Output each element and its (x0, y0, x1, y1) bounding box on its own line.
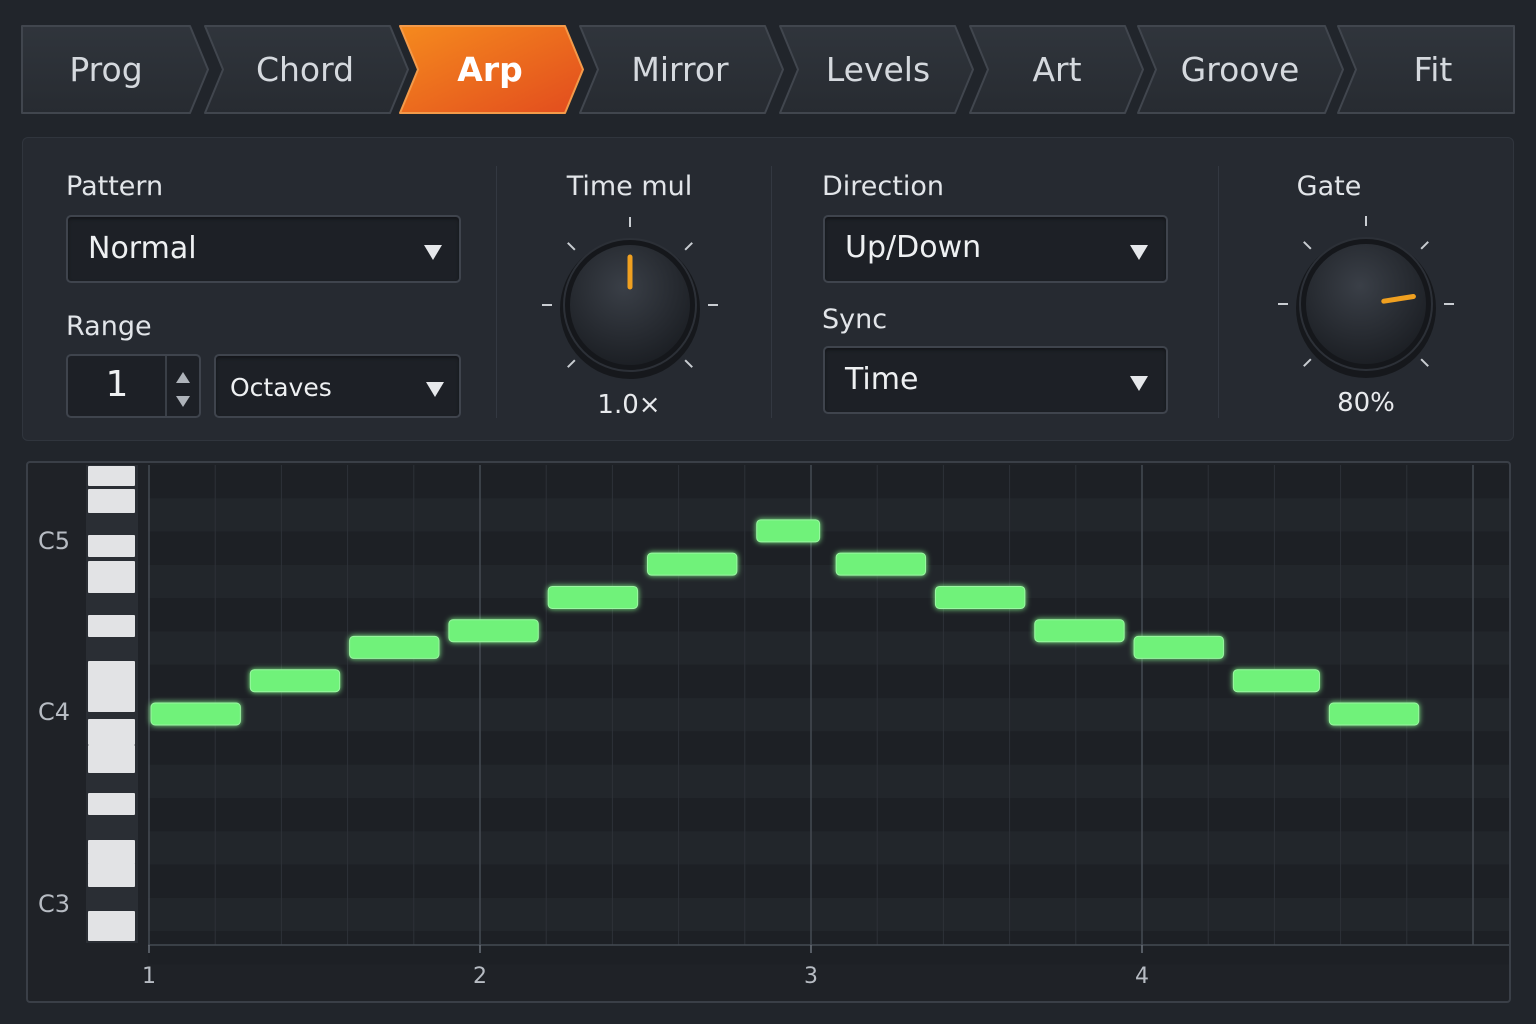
stepper-divider (165, 356, 167, 416)
range-stepper[interactable]: 1 (66, 354, 201, 418)
tab-shape (579, 25, 784, 114)
tab-shape (779, 25, 974, 114)
knob-tick (684, 359, 693, 368)
bar-label: 4 (1135, 964, 1149, 989)
gate-value: 80% (1337, 388, 1395, 418)
key-label: C3 (38, 890, 70, 918)
arp-note[interactable] (1034, 619, 1125, 643)
pattern-label: Pattern (66, 171, 164, 202)
direction-value: Up/Down (845, 230, 982, 265)
piano-key[interactable] (88, 840, 135, 864)
time-mul-knob[interactable] (530, 205, 730, 409)
direction-label: Direction (822, 171, 944, 202)
knob-tick (567, 359, 576, 368)
piano-key[interactable] (88, 688, 135, 712)
arp-note[interactable] (647, 552, 738, 576)
bar-label: 3 (804, 964, 818, 989)
roll-row (148, 931, 1509, 965)
arp-note[interactable] (756, 519, 821, 543)
key-label: C4 (38, 698, 70, 726)
piano-key[interactable] (88, 719, 135, 745)
arp-note[interactable] (448, 619, 539, 643)
knob-dial (1278, 216, 1454, 378)
key-label: C5 (38, 527, 70, 555)
arp-note[interactable] (934, 585, 1026, 609)
roll-row (148, 897, 1509, 932)
range-label: Range (66, 311, 152, 342)
roll-row (148, 798, 1509, 832)
panel-divider (771, 166, 772, 418)
piano-key[interactable] (88, 466, 135, 486)
piano-key[interactable] (88, 615, 135, 637)
sync-label: Sync (822, 304, 888, 335)
arp-note[interactable] (835, 552, 927, 576)
arp-note[interactable] (349, 635, 440, 659)
knob-body (1306, 244, 1426, 364)
stepper-up-icon[interactable] (176, 372, 190, 383)
arp-note[interactable] (547, 585, 639, 609)
tab-shape (204, 25, 409, 114)
gate-knob[interactable] (1266, 204, 1466, 408)
chevron-down-icon (424, 245, 442, 260)
arp-note[interactable] (1232, 669, 1320, 693)
piano-roll-grid: C5 C4 C3 1 2 3 4 (38, 465, 1509, 989)
roll-row (148, 465, 1509, 499)
knob-tick (1420, 241, 1429, 250)
piano-key[interactable] (88, 911, 135, 941)
piano-key[interactable] (88, 535, 135, 557)
roll-row (148, 831, 1509, 865)
knob-tick (1303, 358, 1312, 367)
roll-row (148, 864, 1509, 898)
knob-tick (1303, 241, 1312, 250)
tab-shape (399, 25, 584, 114)
piano-key[interactable] (88, 863, 135, 887)
time-mul-label: Time mul (566, 171, 693, 202)
tab-shape (21, 25, 209, 114)
tab-shape (1137, 25, 1344, 114)
bar-label: 1 (142, 964, 156, 989)
knob-tick (1420, 358, 1429, 367)
sync-dropdown[interactable]: Time (823, 346, 1168, 414)
knob-dial (542, 217, 718, 379)
direction-dropdown[interactable]: Up/Down (823, 215, 1168, 283)
panel-divider (1218, 166, 1219, 418)
chevron-down-icon (426, 382, 444, 397)
roll-row (148, 498, 1509, 532)
roll-row (148, 731, 1509, 765)
piano-key[interactable] (88, 489, 135, 513)
panel-divider (496, 166, 497, 418)
arp-note[interactable] (1133, 635, 1224, 659)
sync-value: Time (845, 362, 919, 397)
roll-row (148, 564, 1509, 599)
piano-key[interactable] (88, 561, 135, 593)
arp-note[interactable] (1328, 702, 1420, 726)
tab-bar: Prog Chord Arp Mirror Levels Art Groove … (0, 0, 1536, 120)
range-unit-value: Octaves (230, 373, 332, 402)
piano-roll[interactable]: C5 C4 C3 1 2 3 4 (26, 461, 1511, 1003)
chevron-down-icon (1130, 376, 1148, 391)
stepper-down-icon[interactable] (176, 396, 190, 407)
arp-note[interactable] (249, 669, 341, 693)
tab-shape (1337, 25, 1515, 114)
knob-tick (567, 242, 576, 251)
bar-label: 2 (473, 964, 487, 989)
piano-key[interactable] (88, 793, 135, 815)
knob-tick (684, 242, 693, 251)
roll-row (148, 531, 1509, 565)
pattern-value: Normal (88, 231, 197, 266)
arp-note[interactable] (150, 702, 241, 726)
roll-row (148, 698, 1509, 732)
gate-label: Gate (1296, 171, 1362, 202)
roll-row (148, 764, 1509, 798)
pattern-dropdown[interactable]: Normal (66, 215, 461, 283)
piano-key[interactable] (88, 745, 135, 773)
range-value: 1 (105, 364, 129, 405)
roll-row (148, 598, 1509, 632)
chevron-down-icon (1130, 245, 1148, 260)
tab-shapes (21, 25, 1515, 114)
tab-shape (969, 25, 1144, 114)
range-unit-dropdown[interactable]: Octaves (214, 354, 461, 418)
time-mul-value: 1.0× (597, 390, 661, 420)
